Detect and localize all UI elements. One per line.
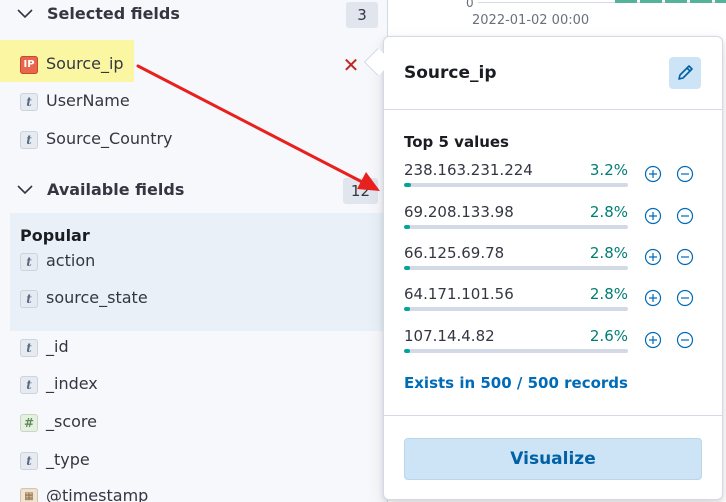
histogram-bar	[615, 0, 637, 3]
top-value-row: 238.163.231.224 3.2%	[404, 161, 710, 201]
top-value-text: 64.171.101.56	[404, 285, 514, 303]
available-fields-count: 12	[342, 178, 378, 204]
string-type-icon: t	[20, 290, 38, 308]
top-value-row: 64.171.101.56 2.8%	[404, 285, 710, 325]
top-value-row: 69.208.133.98 2.8%	[404, 203, 710, 243]
top-value-text: 238.163.231.224	[404, 161, 533, 179]
top-value-percent: 2.6%	[589, 327, 628, 345]
top-value-bar-fill	[404, 266, 411, 270]
histogram-bar	[665, 0, 687, 3]
field-name: action	[46, 251, 96, 270]
filter-for-value-icon[interactable]	[644, 165, 662, 183]
histogram-bar	[715, 0, 726, 3]
visualize-button[interactable]: Visualize	[404, 438, 702, 480]
filter-out-value-icon[interactable]	[676, 207, 694, 225]
filter-for-value-icon[interactable]	[644, 331, 662, 349]
filter-out-value-icon[interactable]	[676, 331, 694, 349]
popover-title: Source_ip	[404, 63, 497, 83]
x-axis-line	[478, 2, 726, 3]
remove-field-icon[interactable]: ✕	[342, 55, 360, 75]
top-value-text: 66.125.69.78	[404, 244, 505, 262]
selected-fields-header[interactable]: Selected fields 3	[0, 0, 388, 30]
histogram-bar	[640, 0, 662, 3]
pencil-icon	[678, 65, 693, 80]
popover-footer-divider	[384, 415, 722, 416]
field-name: _score	[46, 412, 97, 431]
available-fields-header[interactable]: Available fields 12	[0, 176, 388, 206]
edit-field-button[interactable]	[669, 57, 701, 89]
top-value-text: 69.208.133.98	[404, 203, 514, 221]
field-name: UserName	[46, 91, 130, 110]
field-name: source_state	[46, 288, 148, 307]
filter-out-value-icon[interactable]	[676, 165, 694, 183]
date-type-icon: ▦	[20, 488, 38, 502]
available-fields-title: Available fields	[47, 180, 185, 199]
field-name: Source_ip	[46, 54, 124, 73]
top-value-row: 66.125.69.78 2.8%	[404, 244, 710, 284]
popular-title: Popular	[20, 226, 90, 245]
filter-for-value-icon[interactable]	[644, 248, 662, 266]
field-name: _id	[46, 337, 69, 356]
top-value-bar-fill	[404, 307, 411, 311]
string-type-icon: t	[20, 376, 38, 394]
selected-fields-title: Selected fields	[47, 4, 180, 23]
field-details-popover: Source_ip Top 5 values 238.163.231.224 3…	[383, 36, 723, 500]
ip-type-icon: IP	[20, 56, 38, 74]
string-type-icon: t	[20, 93, 38, 111]
top-value-bar-fill	[404, 183, 412, 187]
string-type-icon: t	[20, 452, 38, 470]
field-list-sidebar: Selected fields 3 IP Source_ip ✕ t UserN…	[0, 0, 388, 502]
exists-in-records-link[interactable]: Exists in 500 / 500 records	[404, 374, 628, 392]
top-value-bar-track	[404, 225, 628, 229]
field-name: @timestamp	[46, 486, 149, 502]
selected-fields-count: 3	[346, 2, 378, 28]
histogram-bar	[690, 0, 712, 3]
string-type-icon: t	[20, 339, 38, 357]
string-type-icon: t	[20, 253, 38, 271]
chevron-down-icon	[17, 185, 33, 195]
top-value-bar-track	[404, 349, 628, 353]
y-axis-zero-tick: 0	[466, 0, 474, 10]
number-type-icon: #	[20, 414, 38, 432]
filter-for-value-icon[interactable]	[644, 289, 662, 307]
top-value-percent: 2.8%	[589, 203, 628, 221]
field-name: _type	[46, 450, 90, 469]
filter-out-value-icon[interactable]	[676, 248, 694, 266]
top-value-bar-track	[404, 183, 628, 187]
top-values-title: Top 5 values	[404, 133, 509, 151]
top-value-bar-track	[404, 307, 628, 311]
top-value-percent: 2.8%	[589, 244, 628, 262]
chevron-down-icon	[17, 9, 33, 19]
popover-divider	[384, 109, 722, 110]
field-name: _index	[46, 374, 98, 393]
x-axis-date-label: 2022-01-02 00:00	[472, 13, 590, 28]
top-value-bar-track	[404, 266, 628, 270]
top-value-bar-fill	[404, 225, 411, 229]
top-value-percent: 3.2%	[589, 161, 628, 179]
string-type-icon: t	[20, 131, 38, 149]
top-value-percent: 2.8%	[589, 285, 628, 303]
top-value-text: 107.14.4.82	[404, 327, 495, 345]
field-name: Source_Country	[46, 129, 173, 148]
filter-out-value-icon[interactable]	[676, 289, 694, 307]
filter-for-value-icon[interactable]	[644, 207, 662, 225]
top-value-row: 107.14.4.82 2.6%	[404, 327, 710, 367]
top-value-bar-fill	[404, 349, 410, 353]
